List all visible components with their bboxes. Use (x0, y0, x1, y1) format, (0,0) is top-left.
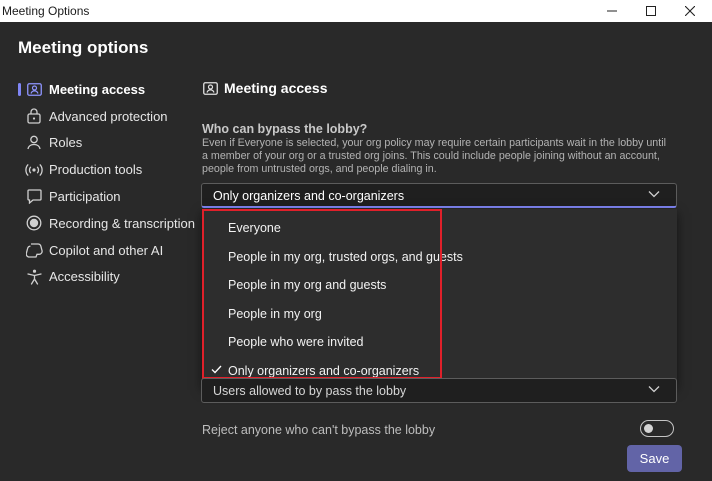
minimize-button[interactable] (592, 0, 632, 22)
sidebar-nav: Meeting access Advanced protection Roles… (18, 76, 196, 290)
minimize-icon (607, 10, 617, 12)
window-titlebar: Meeting Options (0, 0, 712, 22)
sidebar-item-label: Roles (49, 135, 83, 151)
maximize-button[interactable] (631, 0, 671, 22)
sidebar-item-label: Accessibility (49, 269, 120, 285)
lobby-bypass-options-menu: Everyone People in my org, trusted orgs,… (202, 209, 677, 386)
speech-bubble-icon (25, 188, 43, 206)
sidebar-item-advanced-protection[interactable]: Advanced protection (18, 103, 196, 130)
option-label: Only organizers and co-organizers (228, 363, 420, 378)
sidebar-item-recording-transcription[interactable]: Recording & transcription (18, 210, 196, 237)
option-everyone[interactable]: Everyone (202, 214, 677, 243)
dropdown-value: Users allowed to by pass the lobby (213, 384, 407, 398)
save-button[interactable]: Save (627, 445, 682, 472)
option-label: People who were invited (228, 335, 364, 350)
chevron-down-icon (648, 385, 660, 393)
sidebar-item-label: Recording & transcription (49, 215, 195, 231)
reject-lobby-toggle[interactable] (640, 420, 674, 437)
record-icon (25, 214, 43, 232)
maximize-icon (646, 6, 656, 16)
sidebar-item-meeting-access[interactable]: Meeting access (18, 76, 196, 103)
sidebar-item-production-tools[interactable]: Production tools (18, 156, 196, 183)
person-icon (25, 134, 43, 152)
lobby-bypass-dropdown[interactable]: Only organizers and co-organizers (201, 183, 677, 208)
option-label: Everyone (228, 221, 281, 236)
sidebar-item-label: Participation (49, 189, 121, 205)
close-button[interactable] (670, 0, 710, 22)
dropdown-selected-value: Only organizers and co-organizers (213, 189, 405, 203)
sidebar-item-label: Meeting access (49, 81, 146, 97)
accessibility-icon (25, 268, 43, 286)
window-title: Meeting Options (2, 4, 90, 18)
option-label: People in my org, trusted orgs, and gues… (228, 249, 463, 264)
sidebar-item-label: Production tools (49, 162, 143, 178)
sidebar-item-copilot-ai[interactable]: Copilot and other AI (18, 237, 196, 264)
reject-lobby-label: Reject anyone who can't bypass the lobby (202, 423, 436, 437)
section-title: Meeting access (224, 80, 328, 96)
sidebar-item-participation[interactable]: Participation (18, 183, 196, 210)
copilot-icon (25, 241, 43, 259)
lobby-bypass-description: Even if Everyone is selected, your org p… (202, 137, 666, 175)
sidebar-item-accessibility[interactable]: Accessibility (18, 264, 196, 291)
page-title: Meeting options (18, 38, 149, 57)
lock-icon (25, 107, 43, 125)
sidebar-item-roles[interactable]: Roles (18, 130, 196, 157)
option-label: People in my org (228, 306, 322, 321)
lobby-bypass-label: Who can bypass the lobby? (202, 122, 368, 136)
chevron-down-icon (648, 190, 660, 198)
checkmark-icon (211, 365, 222, 374)
broadcast-icon (25, 161, 43, 179)
person-card-icon (25, 80, 43, 98)
meeting-options-panel: Meeting options Meeting access Advanced … (0, 22, 712, 481)
bypass-users-dropdown[interactable]: Users allowed to by pass the lobby (201, 378, 677, 403)
option-my-org[interactable]: People in my org (202, 300, 677, 329)
close-icon (685, 6, 695, 16)
option-org-trusted-guests[interactable]: People in my org, trusted orgs, and gues… (202, 243, 677, 272)
person-card-icon (203, 81, 218, 95)
sidebar-item-label: Advanced protection (49, 108, 168, 124)
option-label: People in my org and guests (228, 278, 387, 293)
option-org-and-guests[interactable]: People in my org and guests (202, 271, 677, 300)
option-invited[interactable]: People who were invited (202, 328, 677, 357)
section-header: Meeting access (203, 80, 328, 96)
sidebar-item-label: Copilot and other AI (49, 242, 164, 258)
toggle-knob (644, 423, 653, 433)
active-indicator (18, 83, 21, 96)
